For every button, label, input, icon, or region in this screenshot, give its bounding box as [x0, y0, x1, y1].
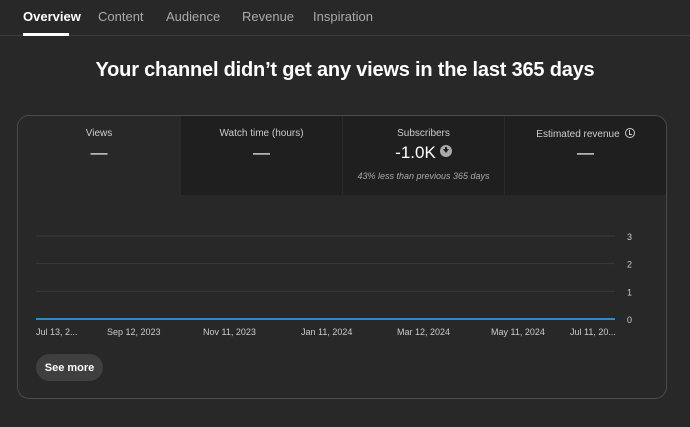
views-line-chart: 0 1 2 3 Jul 13, 2... Sep 12, 2023 Nov 11, 2023…: [36, 232, 632, 337]
tab-audience[interactable]: Audience: [166, 9, 220, 24]
tab-bar: Overview Content Audience Revenue Inspir…: [0, 0, 690, 36]
tab-inspiration[interactable]: Inspiration: [313, 9, 373, 24]
tab-overview[interactable]: Overview: [23, 9, 81, 24]
y-tick-label: 3: [627, 232, 632, 242]
x-tick-label: Jul 13, 2...: [36, 327, 78, 337]
see-more-button[interactable]: See more: [36, 354, 103, 381]
tab-revenue[interactable]: Revenue: [242, 9, 294, 24]
x-tick-label: Nov 11, 2023: [203, 327, 256, 337]
x-tick-label: Jan 11, 2024: [301, 327, 352, 337]
active-tab-indicator: [23, 33, 69, 36]
x-tick-label: Jul 11, 20...: [570, 327, 616, 337]
x-tick-label: Mar 12, 2024: [397, 327, 450, 337]
y-tick-label: 2: [627, 260, 632, 270]
x-tick-label: May 11, 2024: [491, 327, 545, 337]
x-tick-label: Sep 12, 2023: [107, 327, 161, 337]
page-headline: Your channel didn’t get any views in the…: [95, 59, 595, 81]
tab-content[interactable]: Content: [98, 9, 144, 24]
y-tick-label: 1: [627, 287, 632, 297]
overview-card: Views — Watch time (hours) — Subscribers…: [17, 115, 667, 399]
y-tick-label: 0: [627, 315, 632, 325]
